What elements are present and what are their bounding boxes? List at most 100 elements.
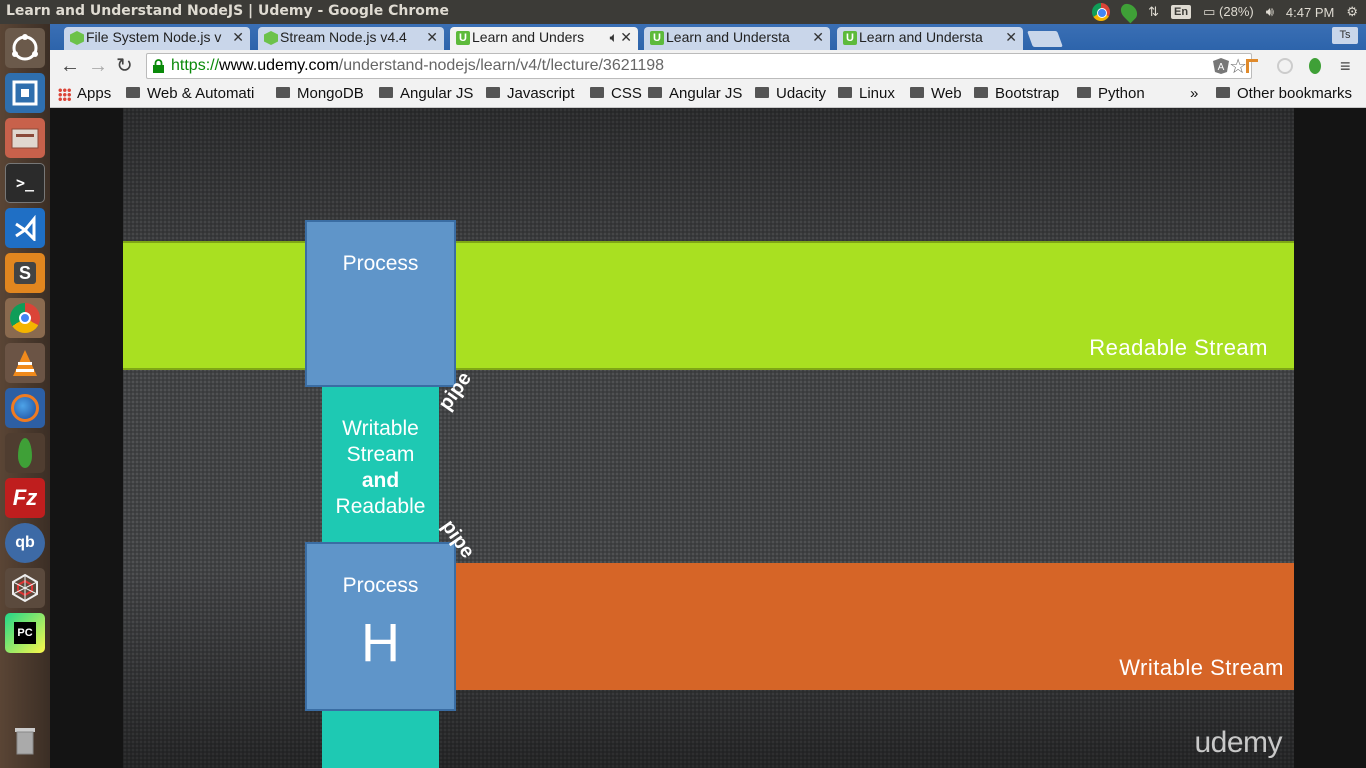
terminal-icon[interactable]: >_: [5, 163, 45, 203]
tab-stream[interactable]: Stream Node.js v4.4 ✕: [258, 27, 444, 50]
keyboard-layout-indicator[interactable]: En: [1171, 5, 1192, 19]
tab-learn-3[interactable]: U Learn and Understa ✕: [837, 27, 1023, 50]
address-bar[interactable]: https://www.udemy.com/understand-nodejs/…: [146, 53, 1252, 79]
clock[interactable]: 4:47 PM: [1286, 5, 1334, 20]
system-monitor-icon[interactable]: [5, 73, 45, 113]
bookmark-apps[interactable]: Apps: [58, 85, 111, 102]
node-icon: [70, 31, 84, 45]
close-icon[interactable]: ✕: [426, 29, 438, 46]
network-icon[interactable]: ⇅: [1148, 4, 1159, 20]
bookmark-folder[interactable]: MongoDB: [276, 85, 364, 102]
menu-icon[interactable]: ≡: [1340, 56, 1351, 76]
svg-text:A: A: [1218, 62, 1225, 73]
trash-icon[interactable]: [5, 720, 45, 760]
bookmark-folder[interactable]: Linux: [838, 85, 895, 102]
bookmarks-overflow-chevron[interactable]: »: [1190, 85, 1198, 102]
url-path: /understand-nodejs/learn/v4/t/lecture/36…: [338, 57, 665, 74]
folder-icon: [126, 87, 140, 98]
forward-arrow-icon[interactable]: →: [88, 56, 108, 76]
tab-label: File System Node.js v: [86, 29, 222, 45]
bookmark-folder[interactable]: Angular JS: [379, 85, 473, 102]
files-icon[interactable]: [5, 118, 45, 158]
filezilla-icon[interactable]: Fz: [5, 478, 45, 518]
process-box-top: Process: [305, 220, 456, 387]
bookmark-folder[interactable]: Udacity: [755, 85, 826, 102]
system-tray: ⇅ En ▭ (28%) 🔊︎ 4:47 PM ⚙: [1092, 0, 1358, 24]
url-host: www.udemy.com: [219, 57, 339, 74]
middle-line-4: Readable: [335, 495, 426, 518]
window-title: Learn and Understand NodeJS | Udemy - Go…: [6, 3, 449, 19]
profile-button[interactable]: Ts: [1332, 27, 1358, 44]
node-icon: [264, 31, 278, 45]
battery-percent: (28%): [1219, 4, 1254, 19]
bookmark-folder[interactable]: Web & Automati: [126, 85, 254, 102]
new-tab-button[interactable]: [1027, 31, 1063, 47]
folder-icon: [1077, 87, 1091, 98]
teal-stream-stub: [322, 708, 439, 768]
volume-icon[interactable]: 🔊︎: [1266, 4, 1274, 20]
extension-icon[interactable]: [1244, 57, 1262, 75]
firefox-icon[interactable]: [5, 388, 45, 428]
chrome-tab-strip: File System Node.js v ✕ Stream Node.js v…: [50, 24, 1366, 50]
bookmark-folder[interactable]: CSS: [590, 85, 642, 102]
apps-grid-icon: [58, 87, 71, 101]
tab-file-system[interactable]: File System Node.js v ✕: [64, 27, 250, 50]
folder-icon: [590, 87, 604, 98]
middle-line-3: and: [361, 469, 400, 492]
close-icon[interactable]: ✕: [620, 29, 632, 46]
tab-learn-2[interactable]: U Learn and Understa ✕: [644, 27, 830, 50]
middle-line-2: Stream: [346, 443, 415, 466]
chrome-icon[interactable]: [5, 298, 45, 338]
process-top-label: Process: [342, 252, 419, 275]
writable-stream-label: Writable Stream: [1119, 655, 1284, 680]
udemy-icon: U: [650, 31, 664, 45]
other-bookmarks[interactable]: Other bookmarks: [1216, 85, 1352, 102]
folder-icon: [974, 87, 988, 98]
bookmarks-bar: Apps Web & Automati MongoDB Angular JS J…: [50, 82, 1366, 108]
bookmark-folder[interactable]: Python: [1077, 85, 1145, 102]
tab-label: Learn and Understa: [859, 29, 983, 45]
lecture-video-player[interactable]: Readable Stream Writable Stream Writable…: [50, 108, 1366, 768]
process-bottom-letter: H: [361, 613, 400, 673]
settings-gear-icon[interactable]: ⚙: [1346, 4, 1358, 20]
angular-extension-icon[interactable]: A: [1212, 57, 1230, 75]
vlc-icon[interactable]: [5, 343, 45, 383]
readable-stream-label: Readable Stream: [1089, 335, 1268, 360]
vscode-icon[interactable]: [5, 208, 45, 248]
udemy-icon: U: [456, 31, 470, 45]
bookmark-folder[interactable]: Bootstrap: [974, 85, 1059, 102]
bookmark-folder[interactable]: Javascript: [486, 85, 575, 102]
readable-stream-band: Readable Stream: [123, 241, 1294, 370]
qbittorrent-icon[interactable]: qb: [5, 523, 45, 563]
chrome-tray-icon[interactable]: [1092, 3, 1111, 21]
folder-icon: [648, 87, 662, 98]
evernote-tray-icon[interactable]: [1117, 0, 1141, 24]
battery-indicator[interactable]: ▭ (28%): [1203, 4, 1254, 20]
os-top-panel: Learn and Understand NodeJS | Udemy - Go…: [0, 0, 1366, 24]
writable-stream-band: Writable Stream: [455, 563, 1294, 690]
speaker-icon[interactable]: 🔈︎: [610, 29, 618, 46]
pycharm-icon[interactable]: PC: [5, 613, 45, 653]
ubuntu-dash-icon[interactable]: [5, 28, 45, 68]
bookmark-folder[interactable]: Angular JS: [648, 85, 742, 102]
unity-launcher: >_ S Fz qb PC: [0, 24, 50, 768]
close-icon[interactable]: ✕: [232, 29, 244, 46]
folder-icon: [379, 87, 393, 98]
process-bottom-label: Process: [342, 574, 419, 597]
folder-icon: [910, 87, 924, 98]
reload-icon[interactable]: ↻: [116, 56, 133, 76]
back-arrow-icon[interactable]: ←: [60, 56, 80, 76]
bookmark-folder[interactable]: Web: [910, 85, 962, 102]
close-icon[interactable]: ✕: [1005, 29, 1017, 46]
evernote-extension-icon[interactable]: [1306, 57, 1324, 75]
mongodb-icon[interactable]: [5, 433, 45, 473]
sync-extension-icon[interactable]: [1276, 57, 1294, 75]
writable-readable-box: Writable Stream and Readable: [322, 386, 439, 543]
folder-icon: [276, 87, 290, 98]
close-icon[interactable]: ✕: [812, 29, 824, 46]
folder-icon: [1216, 87, 1230, 98]
spider-web-icon[interactable]: [5, 568, 45, 608]
sublime-text-icon[interactable]: S: [5, 253, 45, 293]
tab-learn-active[interactable]: U Learn and Unders 🔈︎ ✕: [450, 27, 638, 50]
middle-line-1: Writable: [342, 417, 419, 440]
